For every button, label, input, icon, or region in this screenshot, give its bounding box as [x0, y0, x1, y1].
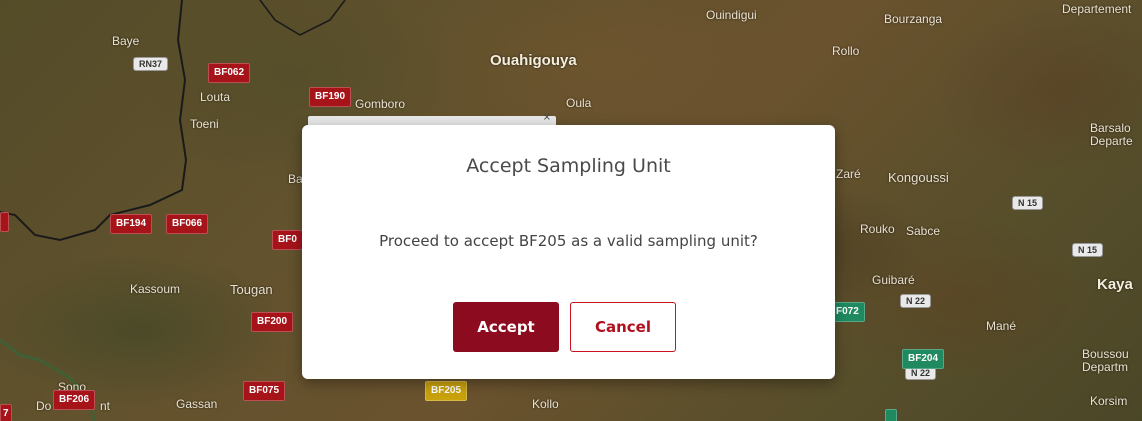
- cancel-button[interactable]: Cancel: [570, 302, 676, 352]
- map-marker-bf194[interactable]: BF194: [110, 214, 153, 234]
- place-ouindigui: Ouindigui: [706, 8, 757, 22]
- map-marker-bottom-right[interactable]: [885, 409, 897, 421]
- place-baye: Baye: [112, 34, 140, 48]
- accept-button[interactable]: Accept: [453, 302, 559, 352]
- place-ba: Ba: [288, 172, 303, 186]
- place-toeni: Toeni: [190, 117, 219, 131]
- place-guibare: Guibaré: [872, 273, 915, 287]
- place-rollo: Rollo: [832, 44, 860, 58]
- place-kollo: Kollo: [532, 397, 559, 411]
- place-boussouma-department: Boussou Departm: [1082, 347, 1129, 374]
- map-marker-bf075[interactable]: BF075: [243, 381, 286, 401]
- road-label-rn37: RN37: [133, 57, 169, 71]
- map-marker-bf206[interactable]: BF206: [53, 390, 96, 410]
- map-marker-bf066[interactable]: BF066: [166, 214, 209, 234]
- place-bourzanga: Bourzanga: [884, 12, 943, 26]
- dialog-title: Accept Sampling Unit: [466, 155, 671, 177]
- place-barsalogho-department: Barsalo Departe: [1090, 121, 1133, 148]
- map-marker-edge-bottom-left[interactable]: 7: [0, 404, 12, 421]
- map-marker-edge-left[interactable]: [0, 212, 9, 232]
- place-department: Departement: [1062, 2, 1132, 16]
- place-korsimo: Korsim: [1090, 394, 1128, 408]
- place-nt: nt: [100, 399, 111, 413]
- place-gomboro: Gomboro: [355, 97, 406, 111]
- place-mane: Mané: [986, 319, 1017, 333]
- place-tougan: Tougan: [230, 282, 273, 297]
- map-marker-bf204[interactable]: BF204: [902, 349, 945, 369]
- map-marker-bf062[interactable]: BF062: [208, 63, 251, 83]
- map-marker-bf205[interactable]: BF205: [425, 381, 468, 401]
- place-louta: Louta: [200, 90, 231, 104]
- close-icon[interactable]: ×: [543, 112, 551, 123]
- map-marker-f072[interactable]: F072: [830, 302, 865, 322]
- place-sabce: Sabce: [906, 224, 941, 238]
- place-ouahigouya: Ouahigouya: [490, 52, 577, 69]
- accept-sampling-unit-dialog: Accept Sampling Unit Proceed to accept B…: [302, 125, 835, 379]
- map-marker-bf0-partial[interactable]: BF0: [272, 230, 303, 250]
- dialog-message: Proceed to accept BF205 as a valid sampl…: [379, 232, 758, 250]
- road-label-n15: N 15: [1012, 196, 1044, 210]
- place-rouko: Rouko: [860, 222, 895, 236]
- map-marker-bf200[interactable]: BF200: [251, 312, 294, 332]
- place-zare: Zaré: [836, 167, 861, 181]
- map-marker-bf190[interactable]: BF190: [309, 87, 352, 107]
- place-kassoum: Kassoum: [130, 282, 181, 296]
- place-oula: Oula: [566, 96, 592, 110]
- road-label-n15-east: N 15: [1072, 243, 1104, 257]
- place-kaya: Kaya: [1097, 276, 1133, 293]
- place-do: Do: [36, 399, 52, 413]
- road-label-n22: N 22: [900, 294, 932, 308]
- place-kongoussi: Kongoussi: [888, 170, 949, 185]
- place-gassan: Gassan: [176, 397, 218, 411]
